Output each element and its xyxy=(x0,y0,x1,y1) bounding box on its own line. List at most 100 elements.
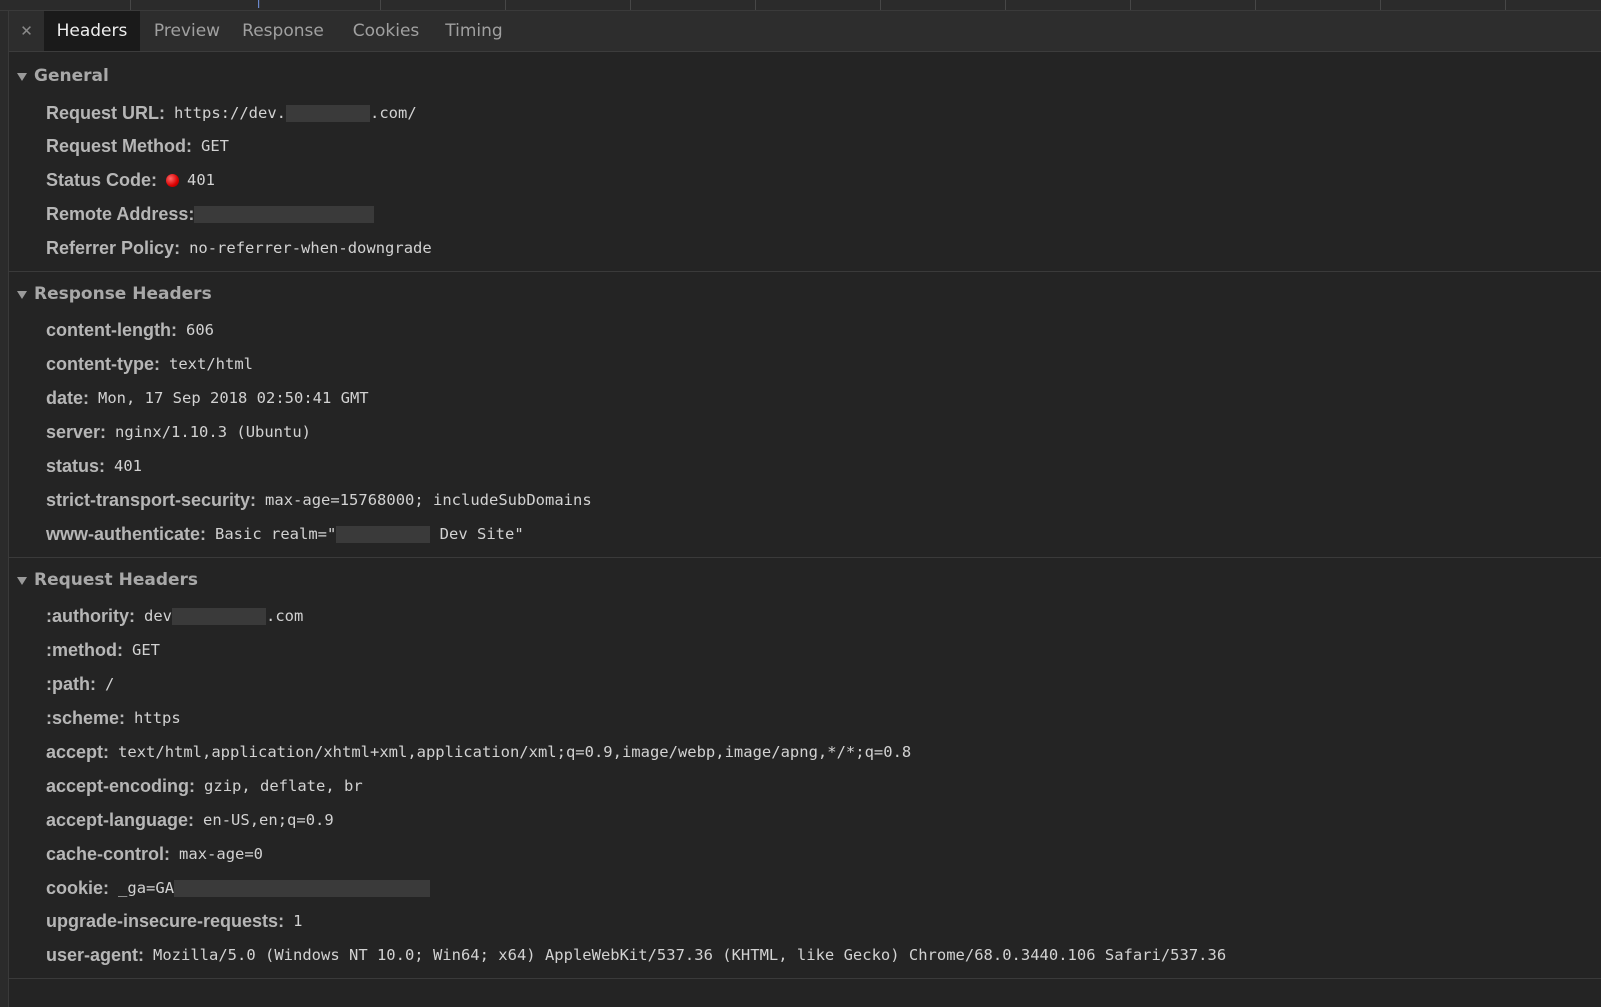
header-key: Status Code: xyxy=(46,169,158,190)
header-value[interactable]: 401 xyxy=(187,171,215,189)
header-value[interactable]: 401 xyxy=(114,457,142,475)
header-row: status: 401 xyxy=(46,453,142,479)
header-key: date: xyxy=(46,387,90,408)
header-value[interactable]: 1 xyxy=(293,912,302,930)
header-value[interactable]: GET xyxy=(201,137,229,155)
header-value[interactable]: _ga=GA xyxy=(118,879,431,897)
header-key: www-authenticate: xyxy=(46,523,207,544)
column-separator xyxy=(1380,0,1381,10)
header-value[interactable]: en-US,en;q=0.9 xyxy=(203,811,334,829)
header-value[interactable]: nginx/1.10.3 (Ubuntu) xyxy=(115,423,311,441)
column-separator xyxy=(1130,0,1131,10)
header-row: :method: GET xyxy=(46,637,160,663)
close-icon[interactable]: ✕ xyxy=(9,11,44,51)
column-separator xyxy=(880,0,881,10)
section-divider xyxy=(9,978,1601,979)
header-key: Request URL: xyxy=(46,102,166,123)
tab-preview[interactable]: Preview xyxy=(146,11,228,51)
section-title: General xyxy=(34,66,109,86)
column-separator xyxy=(1005,0,1006,10)
header-row: strict-transport-security: max-age=15768… xyxy=(46,487,592,513)
header-value[interactable]: Basic realm=" Dev Site" xyxy=(215,525,524,543)
header-row-request-method: Request Method: GET xyxy=(46,133,229,159)
redaction-box xyxy=(194,205,375,223)
header-key: content-length: xyxy=(46,319,177,340)
column-separator xyxy=(380,0,381,10)
headers-panel: General Request URL: https://dev. .com/ R… xyxy=(9,52,1601,1007)
redaction-box xyxy=(286,105,370,122)
header-row: user-agent: Mozilla/5.0 (Windows NT 10.0… xyxy=(46,942,1226,968)
column-separator xyxy=(130,0,131,10)
header-value[interactable]: https xyxy=(134,709,181,727)
header-key: server: xyxy=(46,421,107,442)
header-value[interactable]: Mozilla/5.0 (Windows NT 10.0; Win64; x64… xyxy=(153,946,1226,964)
header-row: accept-encoding: gzip, deflate, br xyxy=(46,773,363,799)
header-key: Request Method: xyxy=(46,135,192,156)
header-value[interactable]: dev .com xyxy=(144,607,303,625)
header-value[interactable]: text/html xyxy=(169,355,253,373)
header-row: content-length: 606 xyxy=(46,317,214,343)
header-key: user-agent: xyxy=(46,944,145,965)
header-key: status: xyxy=(46,455,106,476)
network-table-strip: I xyxy=(0,0,1601,11)
header-row-referrer-policy: Referrer Policy: no-referrer-when-downgr… xyxy=(46,235,432,261)
column-separator xyxy=(505,0,506,10)
header-value[interactable]: / xyxy=(105,675,114,693)
header-row-cookie: cookie: _ga=GA xyxy=(46,875,431,901)
detail-tab-bar: ✕ Headers Preview Response Cookies Timin… xyxy=(9,11,1601,52)
tab-timing[interactable]: Timing xyxy=(439,11,509,51)
tab-headers[interactable]: Headers xyxy=(44,11,140,51)
header-row: accept: text/html,application/xhtml+xml,… xyxy=(46,739,911,765)
header-row: accept-language: en-US,en;q=0.9 xyxy=(46,807,334,833)
header-key: content-type: xyxy=(46,353,160,374)
redaction-box xyxy=(174,880,431,897)
header-row: date: Mon, 17 Sep 2018 02:50:41 GMT xyxy=(46,385,369,411)
header-row: :path: / xyxy=(46,671,114,697)
column-separator xyxy=(630,0,631,10)
header-key: :method: xyxy=(46,639,123,660)
tab-response[interactable]: Response xyxy=(237,11,329,51)
header-row-www-authenticate: www-authenticate: Basic realm=" Dev Site… xyxy=(46,521,524,547)
header-value[interactable]: GET xyxy=(132,641,160,659)
header-value[interactable]: max-age=15768000; includeSubDomains xyxy=(265,491,592,509)
section-title: Response Headers xyxy=(34,284,212,304)
header-key: accept-encoding: xyxy=(46,775,196,796)
triangle-down-icon xyxy=(17,290,27,299)
redaction-box xyxy=(172,608,266,625)
header-key: :path: xyxy=(46,673,96,694)
header-row-authority: :authority: dev .com xyxy=(46,603,303,629)
header-value[interactable]: text/html,application/xhtml+xml,applicat… xyxy=(118,743,911,761)
section-header-general[interactable]: General xyxy=(17,64,109,88)
column-separator xyxy=(1255,0,1256,10)
section-title: Request Headers xyxy=(34,570,199,590)
header-row: server: nginx/1.10.3 (Ubuntu) xyxy=(46,419,311,445)
triangle-down-icon xyxy=(17,576,27,585)
status-error-icon xyxy=(166,173,180,187)
header-key: cookie: xyxy=(46,877,110,898)
header-value[interactable]: max-age=0 xyxy=(179,845,263,863)
section-divider xyxy=(9,557,1601,558)
triangle-down-icon xyxy=(17,72,27,81)
header-row: :scheme: https xyxy=(46,705,181,731)
header-value[interactable]: Mon, 17 Sep 2018 02:50:41 GMT xyxy=(98,389,369,407)
header-value[interactable]: https://dev. .com/ xyxy=(174,104,417,122)
header-row-request-url: Request URL: https://dev. .com/ xyxy=(46,100,417,126)
header-row-remote-address: Remote Address: xyxy=(46,201,375,227)
header-key: Remote Address: xyxy=(46,203,195,224)
section-header-request-headers[interactable]: Request Headers xyxy=(17,568,198,592)
left-gutter xyxy=(0,11,9,1007)
section-divider xyxy=(9,271,1601,272)
header-key: :scheme: xyxy=(46,707,126,728)
text-cursor-icon: I xyxy=(257,0,261,11)
header-value[interactable]: no-referrer-when-downgrade xyxy=(189,239,432,257)
header-row: content-type: text/html xyxy=(46,351,253,377)
column-separator xyxy=(1505,0,1506,10)
header-key: cache-control: xyxy=(46,843,171,864)
column-separator xyxy=(755,0,756,10)
header-value[interactable]: 606 xyxy=(186,321,214,339)
tab-cookies[interactable]: Cookies xyxy=(346,11,426,51)
section-header-response-headers[interactable]: Response Headers xyxy=(17,282,212,306)
header-key: strict-transport-security: xyxy=(46,489,257,510)
header-value[interactable]: gzip, deflate, br xyxy=(204,777,363,795)
header-row: cache-control: max-age=0 xyxy=(46,841,263,867)
